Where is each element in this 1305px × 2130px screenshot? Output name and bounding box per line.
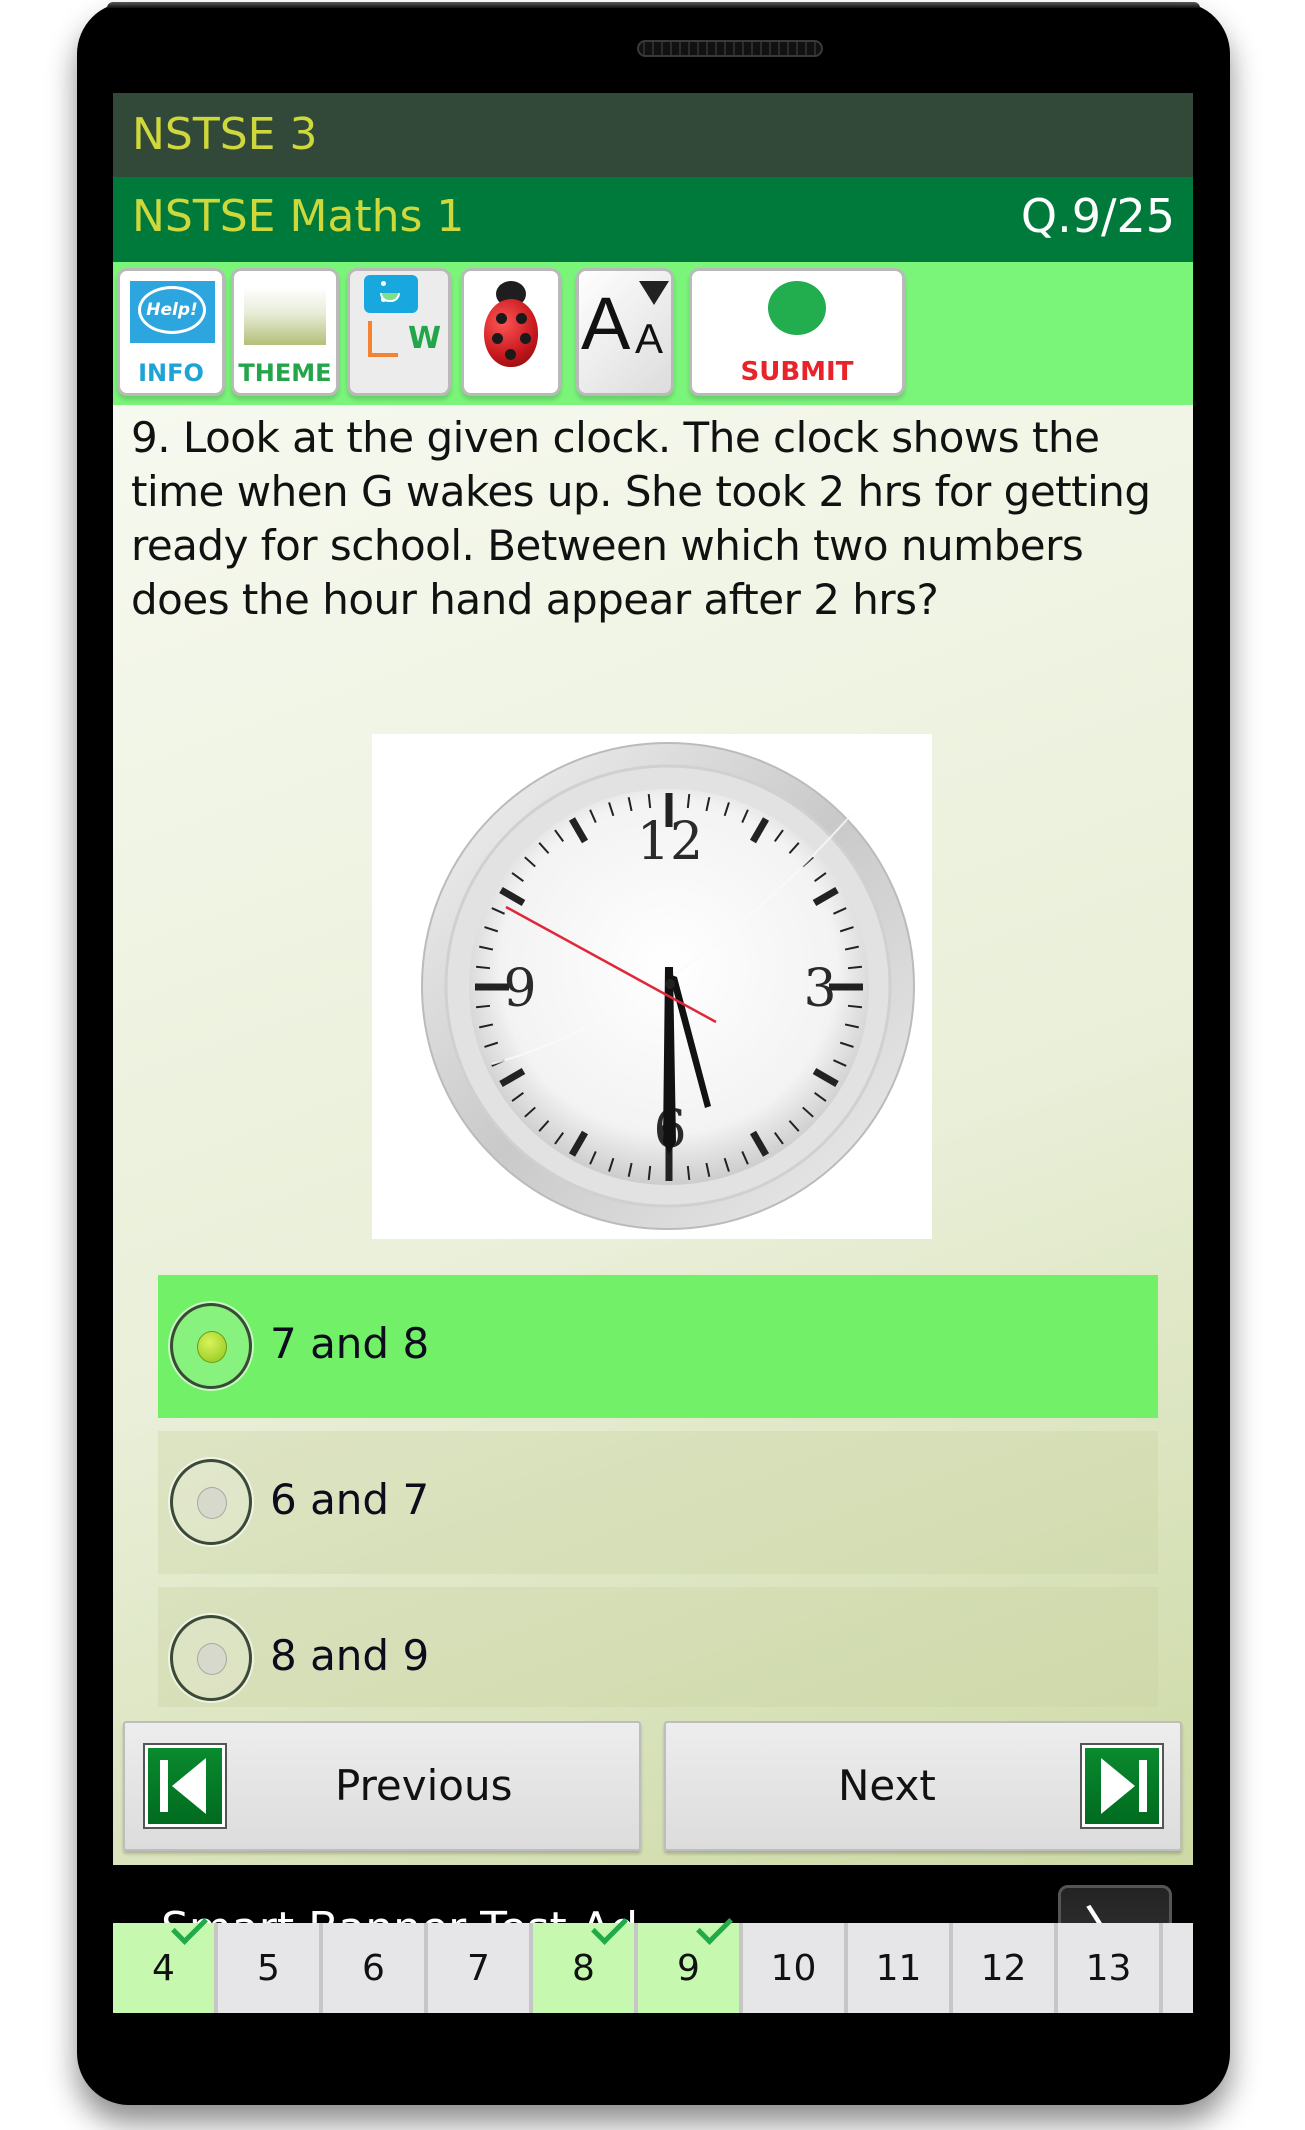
font-size-icon-small: A [635, 315, 664, 362]
question-number-cell[interactable]: 7 [428, 1923, 533, 2013]
axis-arrow-icon-h [368, 353, 398, 357]
question-number-cell[interactable]: 6 [323, 1923, 428, 2013]
chat-smiley-icon: • • [364, 275, 418, 313]
question-number-cell[interactable]: 10 [743, 1923, 848, 2013]
question-number-cell[interactable]: 9 [638, 1908, 743, 2013]
clock-svg: 12 3 6 9 [421, 742, 915, 1230]
skip-back-icon [143, 1743, 227, 1829]
option-2[interactable]: 6 and 7 [158, 1431, 1158, 1574]
option-label: 8 and 9 [270, 1631, 430, 1680]
question-number-strip: 4 5 6 7 8 9 10 11 12 13 [113, 1908, 1193, 2013]
help-bubble-text: Help! [138, 286, 206, 334]
numeral-3: 3 [803, 959, 836, 1019]
question-text: 9. Look at the given clock. The clock sh… [131, 413, 1151, 624]
question-number: 5 [257, 1948, 280, 1989]
green-dot-icon [768, 281, 826, 335]
speaker-grille [637, 40, 823, 57]
skip-forward-icon [1080, 1743, 1164, 1829]
question-number: 12 [980, 1948, 1027, 1989]
info-button[interactable]: Help! INFO [117, 268, 225, 396]
question-number: 4 [152, 1948, 175, 1989]
question-number-cell[interactable]: 4 [113, 1908, 218, 2013]
option-3[interactable]: 8 and 9 [158, 1587, 1158, 1707]
question-number-cell[interactable]: 5 [218, 1923, 323, 2013]
submit-button[interactable]: SUBMIT [689, 268, 905, 396]
info-label: INFO [138, 359, 204, 387]
previous-button[interactable]: Previous [123, 1721, 641, 1851]
question-number: 6 [362, 1948, 385, 1989]
question-number: 7 [467, 1948, 490, 1989]
word-chat-button[interactable]: • • W [347, 268, 451, 396]
numeral-9: 9 [503, 959, 536, 1019]
option-label: 6 and 7 [270, 1475, 430, 1524]
radio-button[interactable] [170, 1459, 252, 1545]
test-title: NSTSE Maths 1 [132, 191, 465, 242]
radio-button-selected[interactable] [170, 1303, 252, 1389]
theme-button[interactable]: THEME [231, 268, 339, 396]
toolbar: Help! INFO THEME • • W [113, 262, 1193, 405]
font-size-icon: A [581, 282, 631, 365]
question-number: 9 [677, 1948, 700, 1989]
question-number-cell[interactable] [1163, 1923, 1193, 2013]
ladybug-shell [484, 299, 538, 367]
app-screen: NSTSE 3 NSTSE Maths 1 Q.9/25 Help! INFO … [113, 93, 1193, 2013]
option-1[interactable]: 7 and 8 [158, 1275, 1158, 1418]
font-size-button[interactable]: A A [576, 268, 674, 396]
numeral-12: 12 [637, 812, 703, 872]
theme-swatch-icon [244, 287, 326, 345]
app-title: NSTSE 3 [132, 109, 318, 160]
question-number: 10 [770, 1948, 817, 1989]
word-label: W [408, 321, 442, 356]
theme-label: THEME [238, 359, 332, 387]
next-button[interactable]: Next [664, 1721, 1182, 1851]
radio-button[interactable] [170, 1615, 252, 1701]
bug-report-button[interactable] [461, 268, 561, 396]
question-number-cell[interactable]: 11 [848, 1923, 953, 2013]
clock-image: 12 3 6 9 [372, 734, 932, 1239]
help-icon: Help! [130, 281, 215, 343]
question-number: 11 [875, 1948, 922, 1989]
question-number-cell[interactable]: 8 [533, 1908, 638, 2013]
question-number-cell[interactable]: 12 [953, 1923, 1058, 2013]
question-number-cell[interactable]: 13 [1058, 1923, 1163, 2013]
submit-label: SUBMIT [740, 357, 854, 387]
app-header: NSTSE 3 [113, 93, 1193, 177]
question-panel: 9. Look at the given clock. The clock sh… [113, 405, 1193, 1865]
option-label: 7 and 8 [270, 1319, 430, 1368]
axis-arrow-icon [368, 321, 372, 355]
triangle-down-icon [639, 281, 669, 305]
question-counter: Q.9/25 [1020, 189, 1175, 243]
previous-label: Previous [335, 1761, 513, 1810]
question-number: 13 [1085, 1948, 1132, 1989]
question-number: 8 [572, 1948, 595, 1989]
next-label: Next [838, 1761, 936, 1810]
test-header: NSTSE Maths 1 Q.9/25 [113, 177, 1193, 262]
